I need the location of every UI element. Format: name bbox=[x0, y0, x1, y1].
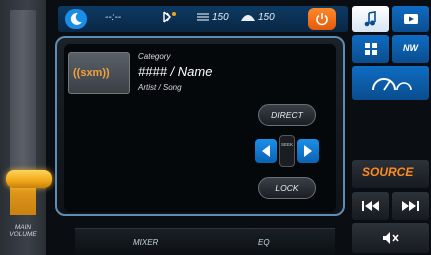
video-mode-button[interactable] bbox=[392, 6, 429, 32]
direct-button[interactable]: DIRECT bbox=[258, 104, 316, 126]
bluetooth-icon bbox=[163, 11, 176, 23]
seek-forward-button[interactable] bbox=[297, 139, 319, 163]
sxm-logo-text: ((sxm)) bbox=[73, 67, 110, 79]
previous-track-button[interactable] bbox=[352, 192, 389, 220]
mute-icon bbox=[383, 232, 399, 244]
mute-button[interactable] bbox=[352, 223, 429, 253]
music-mode-button[interactable] bbox=[352, 6, 389, 32]
arrow-right-icon bbox=[304, 145, 312, 157]
navigation-button[interactable]: NW bbox=[392, 35, 429, 63]
fan-value: 150 bbox=[258, 12, 275, 23]
music-note-icon bbox=[364, 11, 376, 27]
seek-label: SEEK bbox=[279, 135, 295, 167]
night-mode-button[interactable] bbox=[65, 9, 87, 29]
channel-name-text: #### / Name bbox=[138, 64, 213, 79]
next-track-button[interactable] bbox=[392, 192, 429, 220]
volume-slider-handle[interactable] bbox=[6, 170, 52, 188]
nav-label: NW bbox=[403, 43, 418, 53]
skip-back-icon bbox=[362, 201, 379, 211]
gauge-icon bbox=[372, 78, 412, 91]
moon-icon bbox=[70, 12, 82, 25]
category-text: Category bbox=[138, 52, 171, 61]
apps-icon bbox=[365, 43, 377, 55]
bottom-tab-bar bbox=[75, 228, 335, 255]
arrow-left-icon bbox=[262, 145, 270, 157]
tab-eq[interactable]: EQ bbox=[258, 238, 270, 247]
eq-levels-icon bbox=[197, 13, 209, 21]
seek-back-button[interactable] bbox=[255, 139, 277, 163]
sxm-logo-button[interactable]: ((sxm)) bbox=[68, 52, 130, 94]
seek-control: SEEK bbox=[253, 134, 321, 168]
power-button[interactable] bbox=[308, 8, 336, 30]
tab-mixer[interactable]: MIXER bbox=[133, 238, 158, 247]
power-icon bbox=[316, 13, 328, 26]
gauges-button[interactable] bbox=[352, 66, 429, 100]
main-volume-label: MAIN VOLUME bbox=[9, 224, 37, 238]
apps-mode-button[interactable] bbox=[352, 35, 389, 63]
artist-song-text: Artist / Song bbox=[138, 83, 182, 92]
skip-forward-icon bbox=[402, 201, 419, 211]
signal-text: --:-- bbox=[105, 12, 122, 23]
video-icon bbox=[404, 14, 418, 24]
source-label: SOURCE bbox=[362, 165, 414, 179]
fan-icon bbox=[241, 15, 255, 21]
eq-value: 150 bbox=[212, 12, 229, 23]
head-unit-screen: MAIN VOLUME --:-- 150 150 ((sxm)) Catego… bbox=[0, 0, 431, 255]
lock-button[interactable]: LOCK bbox=[258, 177, 316, 199]
